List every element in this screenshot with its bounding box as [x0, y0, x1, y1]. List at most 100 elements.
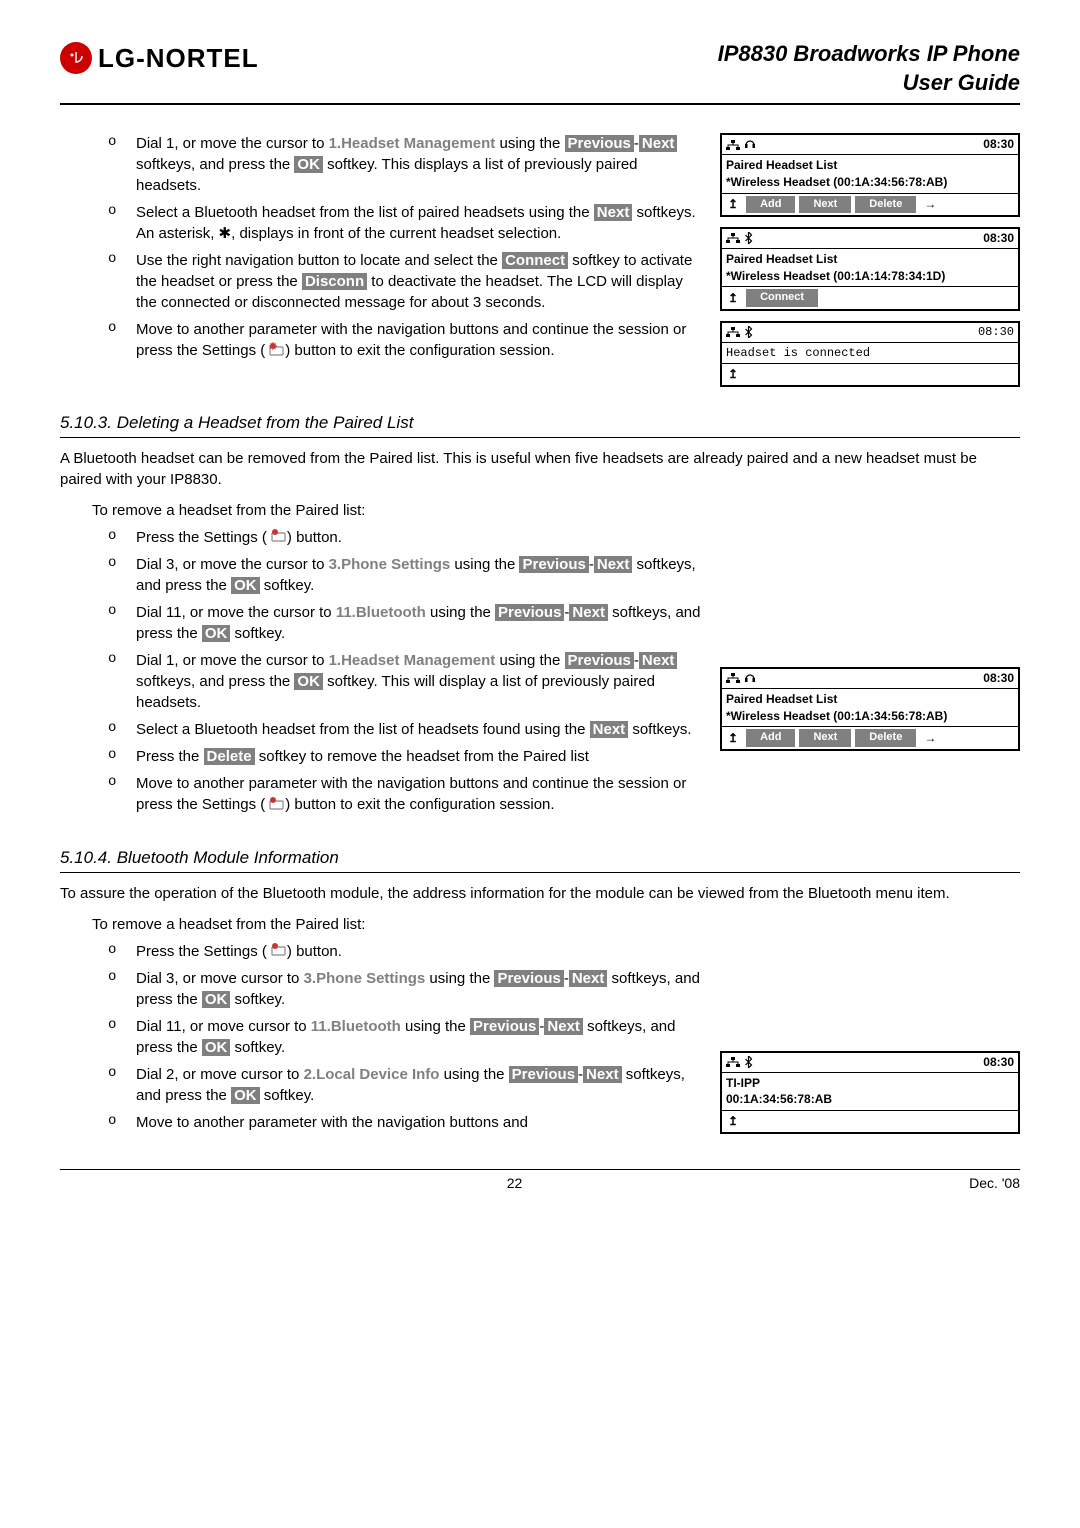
- text: using the: [450, 556, 519, 573]
- softkey-ok: OK: [294, 673, 323, 690]
- lcd-screen-paired-list-2: 08:30 Paired Headset List *Wireless Head…: [720, 227, 1020, 311]
- right-arrow-icon: →: [920, 730, 940, 747]
- settings-icon: [265, 341, 285, 362]
- clock: 08:30: [983, 670, 1014, 687]
- text: Dial 1, or move the cursor to: [136, 652, 329, 669]
- softkey-previous: Previous: [509, 1066, 578, 1083]
- lead-text: To remove a headset from the Paired list…: [92, 500, 1020, 521]
- clock: 08:30: [983, 1054, 1014, 1071]
- list-item: Move to another parameter with the navig…: [108, 319, 702, 362]
- softkey-add[interactable]: Add: [746, 729, 795, 746]
- screen-title: Paired Headset List: [726, 157, 1014, 174]
- text: Dial 11, or move the cursor to: [136, 604, 336, 621]
- softkey-next: Next: [590, 721, 629, 738]
- softkey-next[interactable]: Next: [799, 196, 851, 213]
- softkey-connect: Connect: [502, 252, 568, 269]
- right-arrow-icon: →: [920, 196, 940, 213]
- bullet-list-1: Dial 1, or move the cursor to 1.Headset …: [60, 133, 702, 362]
- text: Use the right navigation button to locat…: [136, 252, 502, 269]
- logo-text: LG-NORTEL: [98, 40, 259, 76]
- softkey-ok: OK: [231, 1087, 260, 1104]
- text: Dial 3, or move cursor to: [136, 970, 304, 987]
- softkey-disconn: Disconn: [302, 273, 367, 290]
- list-item: Move to another parameter with the navig…: [108, 1112, 702, 1133]
- menu-ref-phone-settings: 3.Phone Settings: [304, 970, 426, 987]
- softkey-next[interactable]: Next: [799, 729, 851, 746]
- paragraph: To assure the operation of the Bluetooth…: [60, 883, 1020, 904]
- list-item: Dial 3, or move cursor to 3.Phone Settin…: [108, 968, 702, 1010]
- softkey-next: Next: [544, 1018, 583, 1035]
- text: softkey.: [230, 991, 285, 1008]
- page-header: LG-NORTEL IP8830 Broadworks IP Phone Use…: [60, 40, 1020, 97]
- text: Move to another parameter with the navig…: [136, 1114, 528, 1131]
- menu-ref-bluetooth: 11.Bluetooth: [336, 604, 426, 621]
- network-icon: [726, 327, 740, 337]
- text: using the: [401, 1018, 470, 1035]
- lcd-screen-connected: 08:30 Headset is connected ↥: [720, 321, 1020, 387]
- text: Select a Bluetooth headset from the list…: [136, 721, 590, 738]
- text: ) button.: [287, 529, 342, 546]
- softkey-delete[interactable]: Delete: [855, 196, 916, 213]
- text: Dial 1, or move the cursor to: [136, 135, 329, 152]
- text: softkey.: [260, 1087, 315, 1104]
- bluetooth-icon: [744, 232, 753, 244]
- text: ) button to exit the configuration sessi…: [285, 342, 554, 359]
- title-line-1: IP8830 Broadworks IP Phone: [718, 40, 1020, 69]
- up-arrow-icon: ↥: [724, 1113, 742, 1130]
- softkey-next: Next: [639, 652, 678, 669]
- header-rule: [60, 103, 1020, 105]
- softkey-ok: OK: [202, 991, 231, 1008]
- text: Press the: [136, 748, 204, 765]
- text: using the: [425, 970, 494, 987]
- screen-title: Paired Headset List: [726, 691, 1014, 708]
- page-footer: 22 Dec. '08: [60, 1169, 1020, 1194]
- settings-icon: [267, 941, 287, 962]
- settings-icon: [267, 527, 287, 548]
- text: using the: [439, 1066, 508, 1083]
- list-item: Press the Settings () button.: [108, 941, 702, 963]
- section-heading-5-10-4: 5.10.4. Bluetooth Module Information: [60, 846, 1020, 870]
- text: Dial 11, or move cursor to: [136, 1018, 311, 1035]
- menu-ref-bluetooth: 11.Bluetooth: [311, 1018, 401, 1035]
- text: softkey.: [230, 1039, 285, 1056]
- text: Dial 3, or move the cursor to: [136, 556, 329, 573]
- list-item: Dial 2, or move cursor to 2.Local Device…: [108, 1064, 702, 1106]
- lcd-screen-device-info: 08:30 TI-IPP 00:1A:34:56:78:AB ↥: [720, 1051, 1020, 1134]
- screen-title: Paired Headset List: [726, 251, 1014, 268]
- text: softkey to remove the headset from the P…: [255, 748, 589, 765]
- text: , displays in front of the current heads…: [231, 225, 561, 242]
- screen-line: *Wireless Headset (00:1A:14:78:34:1D): [726, 268, 1014, 285]
- list-item: Use the right navigation button to locat…: [108, 250, 702, 313]
- menu-ref-headset-mgmt: 1.Headset Management: [329, 652, 496, 669]
- list-item: Press the Delete softkey to remove the h…: [108, 746, 702, 767]
- text: softkeys.: [628, 721, 691, 738]
- list-item: Dial 11, or move the cursor to 11.Blueto…: [108, 602, 702, 644]
- menu-ref-headset-mgmt: 1.Headset Management: [329, 135, 496, 152]
- softkey-next: Next: [639, 135, 678, 152]
- doc-title: IP8830 Broadworks IP Phone User Guide: [718, 40, 1020, 97]
- bullet-list-2: Press the Settings () button. Dial 3, or…: [60, 527, 702, 816]
- logo: LG-NORTEL: [60, 40, 259, 76]
- softkey-next: Next: [583, 1066, 622, 1083]
- text: ) button.: [287, 943, 342, 960]
- softkey-delete[interactable]: Delete: [855, 729, 916, 746]
- screen-line: *Wireless Headset (00:1A:34:56:78:AB): [726, 174, 1014, 191]
- text: softkey.: [260, 577, 315, 594]
- bluetooth-icon: [744, 326, 753, 338]
- softkey-add[interactable]: Add: [746, 196, 795, 213]
- network-icon: [726, 1057, 740, 1067]
- softkey-previous: Previous: [494, 970, 563, 987]
- softkey-previous: Previous: [565, 652, 634, 669]
- list-item: Select a Bluetooth headset from the list…: [108, 202, 702, 244]
- device-name: TI-IPP: [726, 1075, 1014, 1092]
- list-item: Select a Bluetooth headset from the list…: [108, 719, 702, 740]
- section-rule: [60, 872, 1020, 873]
- up-arrow-icon: ↥: [724, 196, 742, 213]
- softkey-next: Next: [594, 556, 633, 573]
- clock: 08:30: [983, 136, 1014, 153]
- softkey-connect[interactable]: Connect: [746, 289, 818, 306]
- softkey-ok: OK: [202, 625, 231, 642]
- headset-icon: [744, 673, 756, 684]
- title-line-2: User Guide: [718, 69, 1020, 98]
- text: softkey.: [230, 625, 285, 642]
